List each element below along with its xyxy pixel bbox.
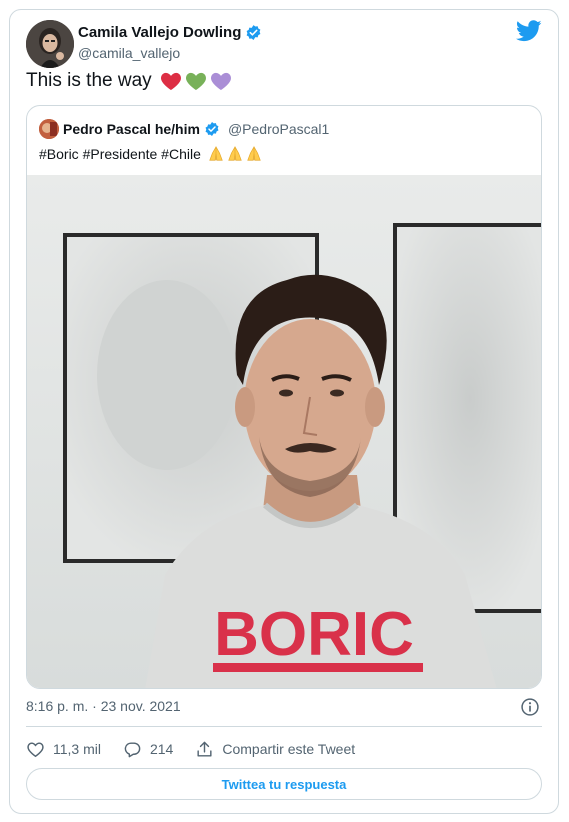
- reply-count: 214: [149, 741, 174, 757]
- quoted-author-name[interactable]: Pedro Pascal he/him: [63, 121, 200, 137]
- reply-bubble-icon[interactable]: [123, 740, 142, 759]
- info-icon[interactable]: [520, 697, 540, 717]
- quoted-tweet-photo[interactable]: BORIC: [27, 175, 541, 688]
- like-action[interactable]: 11,3 mil: [26, 740, 101, 759]
- twitter-bird-icon[interactable]: [516, 20, 542, 42]
- divider: [26, 726, 542, 727]
- share-label[interactable]: Compartir este Tweet: [222, 741, 355, 757]
- red-heart-icon: [160, 72, 181, 91]
- author-handle[interactable]: @camila_vallejo: [78, 45, 180, 61]
- author-name[interactable]: Camila Vallejo Dowling: [78, 24, 262, 41]
- folded-hands-icon: [247, 146, 261, 161]
- heart-outline-icon[interactable]: [26, 740, 45, 759]
- like-count: 11,3 mil: [53, 741, 101, 757]
- shirt-print-text: BORIC: [214, 600, 414, 669]
- tweet-timestamp[interactable]: 8:16 p. m. · 23 nov. 2021: [26, 698, 181, 714]
- green-heart-icon: [185, 72, 206, 91]
- quoted-author[interactable]: Pedro Pascal he/him @PedroPascal1: [63, 121, 329, 137]
- folded-hands-icon: [228, 146, 242, 161]
- reply-action[interactable]: 214: [123, 740, 173, 759]
- reply-button[interactable]: Twittea tu respuesta: [26, 768, 542, 800]
- author-name-text[interactable]: Camila Vallejo Dowling: [78, 24, 241, 41]
- hearts-emoji: [160, 71, 232, 91]
- quoted-author-avatar[interactable]: [39, 119, 59, 139]
- quoted-author-handle[interactable]: @PedroPascal1: [228, 121, 329, 137]
- quoted-tweet[interactable]: Pedro Pascal he/him @PedroPascal1 #Boric…: [26, 105, 542, 689]
- verified-badge-icon: [205, 122, 219, 136]
- share-action[interactable]: Compartir este Tweet: [195, 740, 355, 759]
- quoted-tweet-text-content: #Boric #Presidente #Chile: [39, 146, 201, 162]
- verified-badge-icon: [247, 25, 261, 40]
- tweet-actions: 11,3 mil 214 Compartir este Tweet: [26, 738, 377, 760]
- author-avatar[interactable]: [26, 20, 74, 68]
- share-icon[interactable]: [195, 740, 214, 759]
- quoted-tweet-text: #Boric #Presidente #Chile: [39, 146, 263, 162]
- tweet-text-content: This is the way: [26, 70, 152, 91]
- folded-hands-icon: [209, 146, 223, 161]
- tweet-text: This is the way: [26, 70, 232, 92]
- folded-hands-emoji: [207, 146, 263, 162]
- purple-heart-icon: [210, 72, 231, 91]
